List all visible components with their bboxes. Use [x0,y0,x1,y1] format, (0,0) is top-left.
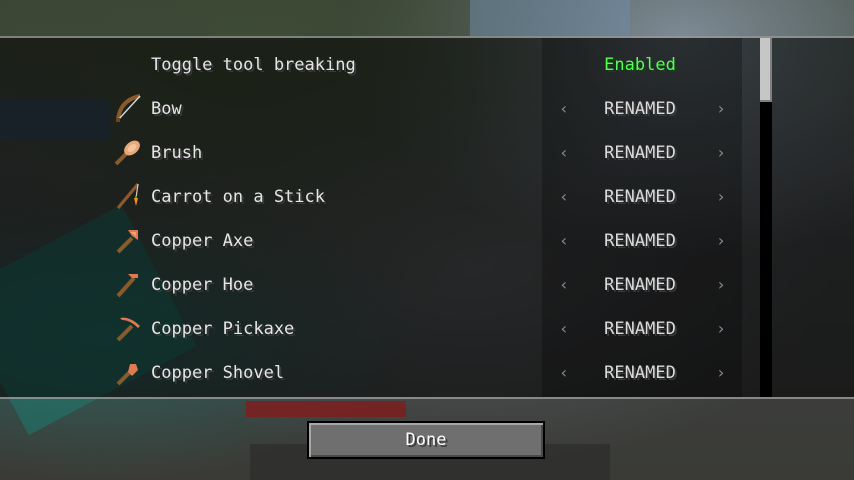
next-arrow-icon[interactable]: › [711,351,731,395]
previous-arrow-icon[interactable]: ‹ [554,131,574,175]
previous-arrow-icon[interactable]: ‹ [554,307,574,351]
option-label: Copper Shovel [151,363,285,383]
previous-arrow-icon[interactable]: ‹ [554,351,574,395]
copper-shovel-icon [116,364,138,386]
copper-pickaxe-icon [116,317,140,342]
bow-icon [116,94,141,122]
done-button[interactable]: Done [307,421,545,459]
previous-arrow-icon[interactable]: ‹ [554,263,574,307]
brush-icon [114,140,140,166]
option-label: Brush [151,143,203,163]
previous-arrow-icon[interactable]: ‹ [554,175,574,219]
copper-axe-icon [116,230,138,254]
scrollbar-track[interactable] [760,38,772,397]
option-value[interactable]: RENAMED [582,87,698,131]
options-list[interactable]: Toggle tool breaking Enabled Bow ‹ RENAM… [0,38,854,397]
option-row-copper-axe[interactable]: Copper Axe ‹ RENAMED › [0,219,760,263]
option-label: Copper Axe [151,231,254,251]
next-arrow-icon[interactable]: › [711,219,731,263]
option-value[interactable]: RENAMED [582,219,698,263]
next-arrow-icon[interactable]: › [711,307,731,351]
next-arrow-icon[interactable]: › [711,263,731,307]
background-health-bar [246,401,406,417]
option-row-copper-hoe[interactable]: Copper Hoe ‹ RENAMED › [0,263,760,307]
previous-arrow-icon[interactable]: ‹ [554,87,574,131]
option-label: Carrot on a Stick [151,187,325,207]
carrot-on-a-stick-icon [116,182,140,210]
option-label: Toggle tool breaking [151,55,356,75]
next-arrow-icon[interactable]: › [711,175,731,219]
option-label: Copper Pickaxe [151,319,295,339]
option-value[interactable]: RENAMED [582,351,698,395]
scrollbar-thumb[interactable] [760,38,772,102]
option-label: Bow [151,99,182,119]
option-label: Copper Hoe [151,275,254,295]
option-row-brush[interactable]: Brush ‹ RENAMED › [0,131,760,175]
option-value[interactable]: RENAMED [582,307,698,351]
background-sky [470,0,630,36]
next-arrow-icon[interactable]: › [711,87,731,131]
option-row-carrot-on-a-stick[interactable]: Carrot on a Stick ‹ RENAMED › [0,175,760,219]
previous-arrow-icon[interactable]: ‹ [554,219,574,263]
option-row-bow[interactable]: Bow ‹ RENAMED › [0,87,760,131]
option-value[interactable]: RENAMED [582,175,698,219]
option-row-copper-shovel[interactable]: Copper Shovel ‹ RENAMED › [0,351,760,395]
list-bottom-divider [0,397,854,399]
toggle-value-button[interactable]: Enabled [582,43,698,87]
option-value[interactable]: RENAMED [582,131,698,175]
option-row-toggle-tool-breaking[interactable]: Toggle tool breaking Enabled [0,43,760,87]
option-row-copper-pickaxe[interactable]: Copper Pickaxe ‹ RENAMED › [0,307,760,351]
next-arrow-icon[interactable]: › [711,131,731,175]
game-screen: Toggle tool breaking Enabled Bow ‹ RENAM… [0,0,854,480]
copper-hoe-icon [116,274,138,298]
option-value[interactable]: RENAMED [582,263,698,307]
